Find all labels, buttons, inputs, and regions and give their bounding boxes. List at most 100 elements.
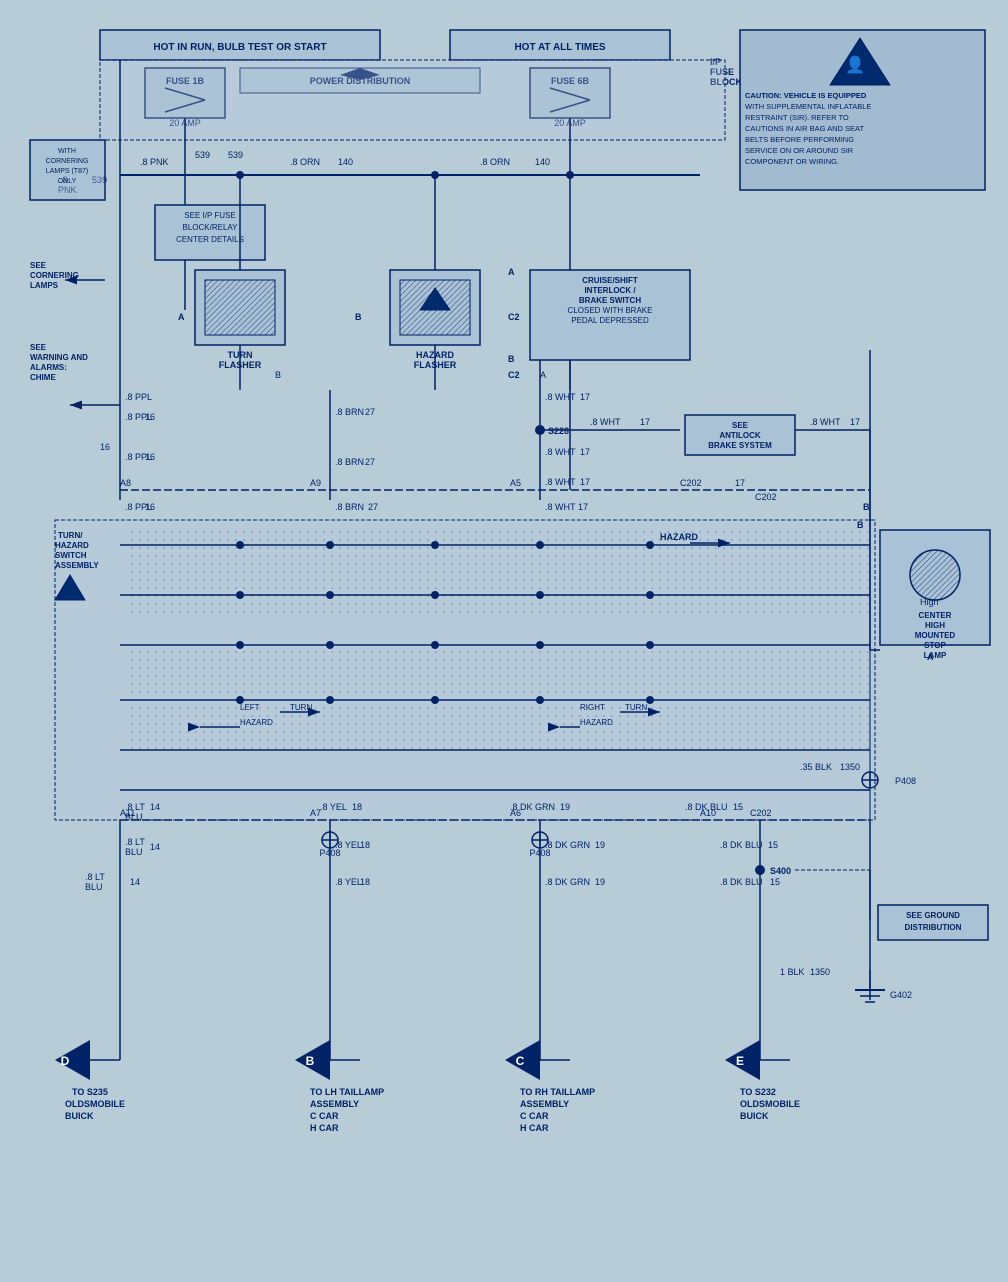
svg-text:LAMPS (T87): LAMPS (T87) — [46, 168, 88, 175]
svg-text:CAUTIONS IN AIR BAG AND SEAT: CAUTIONS IN AIR BAG AND SEAT — [745, 124, 864, 133]
cornering-lamps-label: WITH — [58, 148, 76, 155]
svg-text:17: 17 — [850, 417, 860, 427]
svg-text:ASSEMBLY: ASSEMBLY — [520, 1099, 569, 1109]
svg-text:INTERLOCK /: INTERLOCK / — [584, 286, 636, 295]
svg-text:27: 27 — [368, 502, 378, 512]
svg-text:A9: A9 — [310, 478, 321, 488]
caution-title: CAUTION: VEHICLE IS EQUIPPED — [745, 91, 867, 100]
svg-text:MOUNTED: MOUNTED — [915, 631, 956, 640]
svg-text:17: 17 — [580, 392, 590, 402]
svg-text:14: 14 — [130, 877, 140, 887]
svg-text:SERVICE ON OR AROUND SIR: SERVICE ON OR AROUND SIR — [745, 146, 854, 155]
hot-run-label: HOT IN RUN, BULB TEST OR START — [153, 42, 326, 53]
svg-text:.8 DK BLU: .8 DK BLU — [720, 877, 763, 887]
svg-text:.8 YEL: .8 YEL — [335, 877, 362, 887]
svg-text:15: 15 — [770, 877, 780, 887]
s400-connector — [755, 865, 765, 875]
svg-text:C202: C202 — [750, 808, 772, 818]
svg-text:27: 27 — [365, 407, 375, 417]
svg-text:1350: 1350 — [810, 967, 830, 977]
svg-text:BLU: BLU — [85, 882, 103, 892]
svg-text:BRAKE SYSTEM: BRAKE SYSTEM — [708, 441, 772, 450]
svg-text:.8 LT: .8 LT — [85, 872, 105, 882]
svg-text:BRAKE SWITCH: BRAKE SWITCH — [579, 296, 641, 305]
svg-text:ONLY: ONLY — [58, 178, 77, 185]
svg-text:27: 27 — [365, 457, 375, 467]
svg-text:16: 16 — [145, 412, 155, 422]
svg-text:P408: P408 — [895, 776, 916, 786]
svg-text:.8 WHT: .8 WHT — [545, 447, 576, 457]
svg-text:B: B — [508, 354, 515, 364]
svg-text:D: D — [61, 1054, 70, 1068]
svg-text:E: E — [736, 1054, 744, 1068]
svg-text:140: 140 — [535, 157, 550, 167]
svg-text:B: B — [306, 1054, 315, 1068]
svg-text:CORNERING: CORNERING — [46, 158, 89, 165]
svg-text:.8 ORN: .8 ORN — [290, 157, 320, 167]
svg-text:.8 DK GRN: .8 DK GRN — [545, 877, 590, 887]
svg-text:A: A — [540, 370, 546, 380]
svg-text:1350: 1350 — [840, 762, 860, 772]
svg-text:15: 15 — [733, 802, 743, 812]
svg-text:WARNING AND: WARNING AND — [30, 353, 88, 362]
svg-text:WITH SUPPLEMENTAL INFLATABLE: WITH SUPPLEMENTAL INFLATABLE — [745, 102, 871, 111]
high-label: High — [920, 597, 939, 607]
svg-text:TO LH TAILLAMP: TO LH TAILLAMP — [310, 1087, 384, 1097]
cruise-shift-label: CRUISE/SHIFT — [582, 276, 638, 285]
svg-text:.8 WHT: .8 WHT — [590, 417, 621, 427]
svg-text:LAMP: LAMP — [924, 651, 947, 660]
svg-text:TO S235: TO S235 — [72, 1087, 108, 1097]
svg-text:B: B — [355, 312, 362, 322]
svg-text:C202: C202 — [680, 478, 702, 488]
hot-all-times-label: HOT AT ALL TIMES — [514, 42, 605, 53]
svg-text:.8 YEL: .8 YEL — [335, 840, 362, 850]
see-warning-label: SEE — [30, 343, 47, 352]
svg-text:B: B — [863, 502, 870, 512]
svg-text:18: 18 — [360, 877, 370, 887]
svg-text:1 BLK: 1 BLK — [780, 967, 805, 977]
svg-text:OLDSMOBILE: OLDSMOBILE — [740, 1099, 800, 1109]
svg-text:ASSEMBLY: ASSEMBLY — [310, 1099, 359, 1109]
svg-text:HAZARD: HAZARD — [55, 541, 89, 550]
svg-text:👤: 👤 — [845, 55, 865, 74]
svg-text:.8 BRN: .8 BRN — [335, 457, 364, 467]
svg-text:.8 WHT: .8 WHT — [545, 502, 576, 512]
svg-text:HIGH: HIGH — [925, 621, 945, 630]
svg-text:.8 ORN: .8 ORN — [480, 157, 510, 167]
svg-text:18: 18 — [360, 840, 370, 850]
svg-text:STOP: STOP — [924, 641, 946, 650]
svg-text:BLU: BLU — [125, 847, 143, 857]
svg-text:A8: A8 — [120, 478, 131, 488]
svg-text:C CAR: C CAR — [310, 1111, 339, 1121]
svg-text:B: B — [857, 520, 864, 530]
svg-text:.8 DK BLU: .8 DK BLU — [685, 802, 728, 812]
svg-text:S228: S228 — [548, 426, 569, 436]
svg-text:C: C — [516, 1054, 525, 1068]
svg-text:C2: C2 — [508, 370, 520, 380]
svg-text:TO RH TAILLAMP: TO RH TAILLAMP — [520, 1087, 595, 1097]
turn-hazard-switch-label: TURN/ — [58, 531, 83, 540]
svg-text:ANTILOCK: ANTILOCK — [719, 431, 761, 440]
svg-text:H CAR: H CAR — [310, 1123, 339, 1133]
svg-text:17: 17 — [578, 502, 588, 512]
see-ip-fuse-label: SEE I/P FUSE — [184, 211, 235, 220]
svg-text:14: 14 — [150, 802, 160, 812]
svg-text:CORNERING: CORNERING — [30, 271, 79, 280]
svg-text:S400: S400 — [770, 866, 791, 876]
svg-text:.8 LT: .8 LT — [125, 837, 145, 847]
svg-text:14: 14 — [150, 842, 160, 852]
svg-text:SWITCH: SWITCH — [55, 551, 87, 560]
svg-text:.8 DK BLU: .8 DK BLU — [720, 840, 763, 850]
svg-text:B: B — [275, 370, 281, 380]
svg-text:.8 YEL: .8 YEL — [320, 802, 347, 812]
svg-text:19: 19 — [595, 877, 605, 887]
see-antilock-label: SEE — [732, 421, 749, 430]
svg-text:DISTRIBUTION: DISTRIBUTION — [905, 923, 962, 932]
svg-text:17: 17 — [735, 478, 745, 488]
svg-text:16: 16 — [145, 502, 155, 512]
svg-text:BUICK: BUICK — [65, 1111, 94, 1121]
svg-text:OLDSMOBILE: OLDSMOBILE — [65, 1099, 125, 1109]
svg-text:16: 16 — [145, 452, 155, 462]
svg-text:BLU: BLU — [125, 812, 143, 822]
wiring-diagram: HOT IN RUN, BULB TEST OR START HOT AT AL… — [0, 0, 1008, 1282]
